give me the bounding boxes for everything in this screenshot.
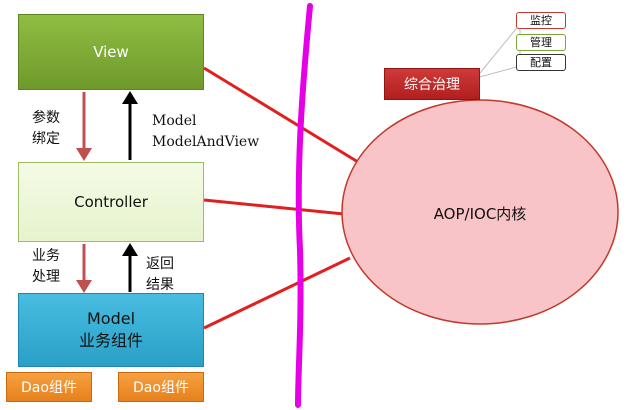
layer-divider-line	[295, 3, 313, 408]
dao-node: Dao组件	[118, 372, 204, 402]
aop-ioc-core-label: AOP/IOC内核	[433, 205, 527, 223]
governance-callout-pointer	[474, 22, 521, 79]
edge-label-business-processing: 业务 处理	[32, 248, 60, 285]
arrow-param-binding	[76, 92, 92, 161]
edge-label-model-and-view: Model ModelAndView	[152, 113, 260, 150]
arrow-business-processing	[76, 244, 92, 293]
tag-management: 管理	[516, 34, 566, 51]
dao-node: Dao组件	[6, 372, 92, 402]
tag-configuration: 配置	[516, 54, 566, 71]
link-model-core	[203, 256, 351, 330]
edge-label-param-binding: 参数 绑定	[32, 110, 60, 147]
view-label: View	[93, 43, 129, 61]
governance-node: 综合治理	[384, 68, 480, 100]
edge-label-return-result: 返回 结果	[146, 256, 174, 293]
controller-node: Controller	[18, 162, 204, 242]
dao-label: Dao组件	[21, 380, 77, 396]
controller-label: Controller	[74, 193, 148, 211]
model-sublabel: 业务组件	[78, 331, 143, 350]
view-node: View	[18, 14, 204, 90]
model-node: Model 业务组件	[18, 293, 204, 367]
model-label: Model	[86, 309, 136, 328]
governance-label: 综合治理	[404, 77, 460, 93]
tag-monitoring: 监控	[516, 12, 566, 29]
arrow-model-and-view	[122, 91, 138, 160]
arrow-return-result	[122, 243, 138, 292]
dao-label: Dao组件	[133, 380, 189, 396]
link-controller-core	[203, 198, 345, 216]
